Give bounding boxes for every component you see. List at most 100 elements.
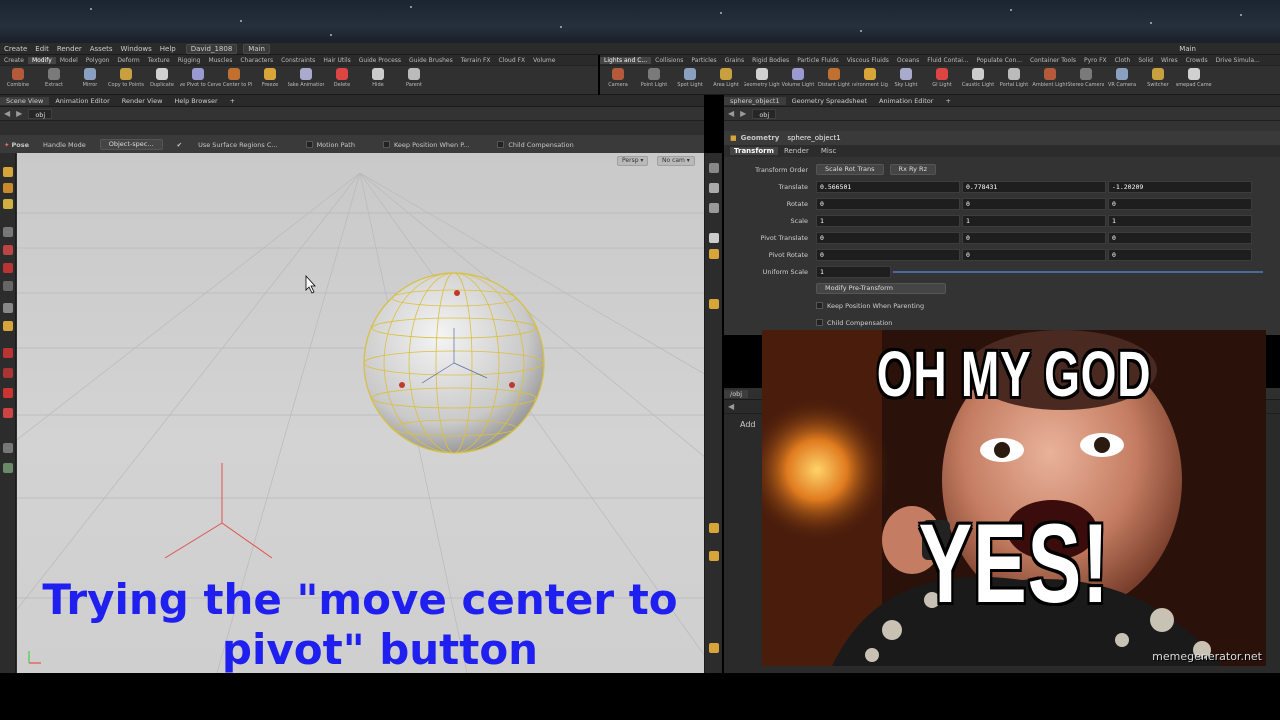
capture-tool-icon[interactable] <box>3 408 13 418</box>
uniform-scale-field[interactable]: 1 <box>816 265 891 278</box>
context-selector[interactable]: Main <box>243 43 270 54</box>
param-field[interactable]: 0 <box>816 248 960 261</box>
param-field[interactable]: 0 <box>1108 231 1252 244</box>
tab-render-view[interactable]: Render View <box>116 97 169 105</box>
camera-icon[interactable] <box>709 299 719 309</box>
shelf-tool[interactable]: Combine <box>0 68 36 88</box>
shelf-left-tab[interactable]: Hair Utils <box>319 57 354 64</box>
shelf-tool[interactable]: Portal Light <box>996 68 1032 88</box>
shelf-right-tab[interactable]: Particles <box>687 57 720 64</box>
shelf-tool[interactable]: Spot Light <box>672 68 708 88</box>
shelf-tool[interactable]: GI Light <box>924 68 960 88</box>
pose-tool-icon[interactable] <box>3 183 13 193</box>
shelf-left-tab[interactable]: Rigging <box>174 57 205 64</box>
menu-render[interactable]: Render <box>53 45 86 53</box>
tab-render[interactable]: Render <box>778 147 815 155</box>
tab-sphere-object[interactable]: sphere_object1 <box>724 96 786 105</box>
arrow-tool-icon[interactable] <box>3 227 13 237</box>
scene-path[interactable]: obj <box>28 108 53 119</box>
add-tab-icon[interactable]: + <box>224 97 241 105</box>
shelf-left-tab[interactable]: Volume <box>529 57 559 64</box>
move-tool-icon[interactable] <box>3 245 13 255</box>
tab-help-browser[interactable]: Help Browser <box>168 97 223 105</box>
back-arrow-icon-3[interactable]: ◀ <box>728 402 734 411</box>
rotate-order-menu[interactable]: Rx Ry Rz <box>889 164 936 175</box>
shelf-right-tab[interactable]: Crowds <box>1182 57 1212 64</box>
param-field[interactable]: 1 <box>962 214 1106 227</box>
space-menu[interactable]: Object-spec... <box>99 139 163 150</box>
forward-arrow-icon[interactable]: ▶ <box>16 109 22 118</box>
grid-icon[interactable] <box>709 643 719 653</box>
persp-menu[interactable]: Persp ▾ <box>617 156 649 166</box>
shelf-tool[interactable]: Duplicate <box>144 68 180 88</box>
shelf-left-tab[interactable]: Texture <box>144 57 174 64</box>
shelf-tool[interactable]: Bake Animation <box>288 68 324 88</box>
keep-position-checkbox[interactable] <box>816 302 823 309</box>
desktop-selector[interactable]: David_1808 <box>185 43 238 54</box>
menu-windows[interactable]: Windows <box>117 45 156 53</box>
shelf-right-tab[interactable]: Lights and C... <box>600 56 652 64</box>
shading-icon[interactable] <box>709 233 719 243</box>
shelf-tool[interactable]: Mirror <box>72 68 108 88</box>
param-field[interactable]: 1 <box>816 214 960 227</box>
shelf-tool[interactable]: Distant Light <box>816 68 852 88</box>
shelf-right-tab[interactable]: Solid <box>1134 57 1157 64</box>
pose-tool[interactable]: ✦ Pose <box>4 141 29 149</box>
shelf-tool[interactable]: Delete <box>324 68 360 88</box>
render-tool-icon[interactable] <box>3 463 13 473</box>
shelf-right-tab[interactable]: Drive Simula... <box>1212 57 1264 64</box>
display-option-icon[interactable] <box>709 163 719 173</box>
param-field[interactable]: 0 <box>962 248 1106 261</box>
shelf-tool[interactable]: Volume Light <box>780 68 816 88</box>
forward-arrow-icon-2[interactable]: ▶ <box>740 109 746 118</box>
shelf-tool[interactable]: Point Light <box>636 68 672 88</box>
shelf-tool[interactable]: Area Light <box>708 68 744 88</box>
tab-misc[interactable]: Misc <box>815 147 842 155</box>
shelf-tool[interactable]: Move Pivot to Center <box>180 68 216 88</box>
shelf-right-tab[interactable]: Rigid Bodies <box>748 57 793 64</box>
shelf-left-tab[interactable]: Constraints <box>277 57 319 64</box>
shelf-left-tab[interactable]: Muscles <box>204 57 236 64</box>
shelf-tool[interactable]: Sky Light <box>888 68 924 88</box>
view-tool-icon[interactable] <box>3 443 13 453</box>
add-tab-icon-2[interactable]: + <box>939 97 956 105</box>
shelf-left-tab[interactable]: Guide Brushes <box>405 57 457 64</box>
snap-tool-icon[interactable] <box>3 368 13 378</box>
menu-help[interactable]: Help <box>156 45 180 53</box>
scale-tool-icon[interactable] <box>3 281 13 291</box>
shelf-right-tab[interactable]: Container Tools <box>1026 57 1080 64</box>
param-field[interactable]: 0 <box>962 231 1106 244</box>
shelf-left-tab[interactable]: Create <box>0 57 28 64</box>
param-field[interactable]: 0.566501 <box>816 180 960 193</box>
shelf-left-tab[interactable]: Deform <box>113 57 143 64</box>
shelf-left-tab[interactable]: Terrain FX <box>457 57 495 64</box>
shelf-tool[interactable]: Copy to Points <box>108 68 144 88</box>
shelf-tool[interactable]: Environment Light <box>852 68 888 88</box>
transform-order-menu[interactable]: Scale Rot Trans <box>816 164 884 175</box>
param-field[interactable]: 0 <box>962 197 1106 210</box>
shelf-tool[interactable]: VR Camera <box>1104 68 1140 88</box>
shelf-right-tab[interactable]: Pyro FX <box>1080 57 1111 64</box>
menu-create[interactable]: Create <box>0 45 31 53</box>
magnet-tool-icon[interactable] <box>3 348 13 358</box>
shelf-tool[interactable]: Camera <box>600 68 636 88</box>
handle-mode[interactable]: Handle Mode <box>43 141 86 149</box>
shelf-tool[interactable]: Extract <box>36 68 72 88</box>
node-name[interactable]: sphere_object1 <box>787 134 840 142</box>
shelf-right-tab[interactable]: Populate Con... <box>973 57 1026 64</box>
lock-icon[interactable] <box>709 183 719 193</box>
shelf-tool[interactable]: Stereo Camera <box>1068 68 1104 88</box>
tab-transform[interactable]: Transform <box>730 147 778 155</box>
menu-assets[interactable]: Assets <box>86 45 117 53</box>
param-field[interactable]: 0 <box>1108 248 1252 261</box>
shelf-right-tab[interactable]: Wires <box>1157 57 1182 64</box>
shelf-tool[interactable]: Parent <box>396 68 432 88</box>
shelf-right-tab[interactable]: Particle Fluids <box>793 57 843 64</box>
param-field[interactable]: 0.778431 <box>962 180 1106 193</box>
tab-animation-editor[interactable]: Animation Editor <box>49 97 115 105</box>
opt-surface-regions[interactable]: ✔ Use Surface Regions C... <box>177 141 292 149</box>
magnet-snap-icon[interactable] <box>3 388 13 398</box>
tab-geometry-spreadsheet[interactable]: Geometry Spreadsheet <box>786 97 873 105</box>
shelf-tool[interactable]: Hide <box>360 68 396 88</box>
param-field[interactable]: -1.20209 <box>1108 180 1252 193</box>
